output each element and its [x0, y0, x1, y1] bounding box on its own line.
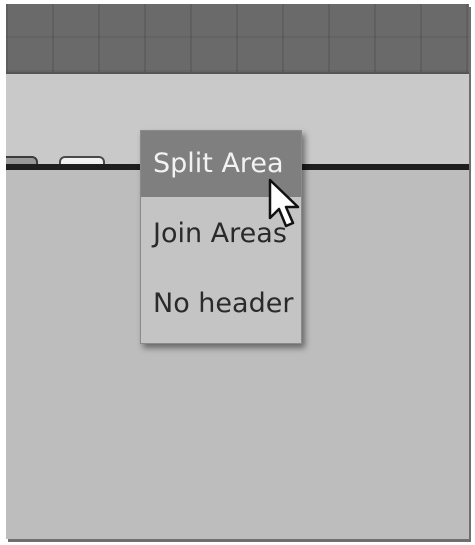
arrow-cursor-icon [268, 178, 300, 228]
upper-area-background [6, 4, 469, 74]
menu-item-no-header[interactable]: No header [141, 271, 301, 337]
area-options-menu: Split Area Join Areas No header [140, 130, 302, 344]
